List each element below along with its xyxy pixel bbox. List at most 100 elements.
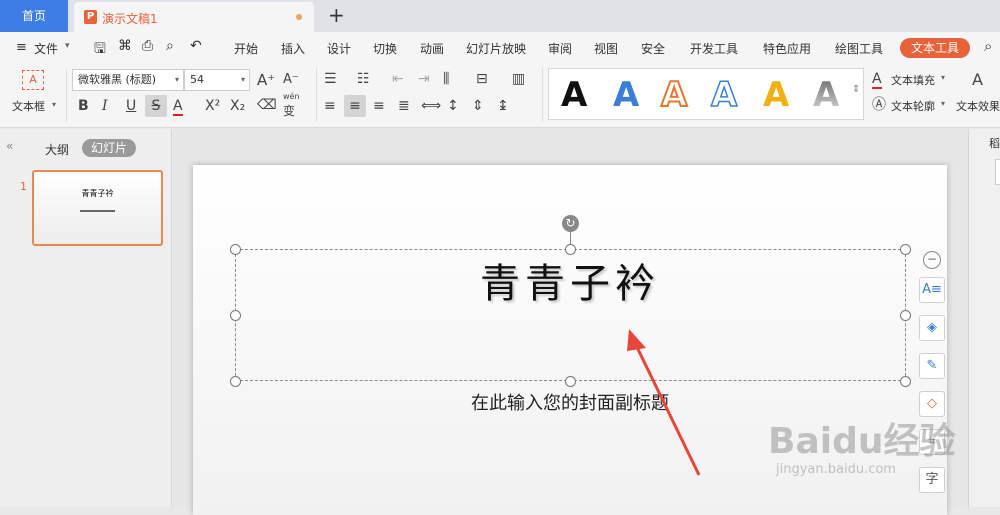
superscript-icon[interactable]: X²	[205, 98, 220, 114]
decrease-indent-icon[interactable]: ⇤	[392, 71, 404, 87]
tab-slides[interactable]: 幻灯片	[82, 139, 136, 157]
hamburger-icon[interactable]: ≡	[16, 40, 27, 55]
task-pane-input[interactable]	[995, 159, 1000, 185]
chevron-down-icon[interactable]: ▾	[941, 99, 945, 108]
resize-handle[interactable]	[565, 376, 576, 387]
text-outline-icon[interactable]: Ⓐ	[872, 97, 886, 113]
collapse-toolbar-icon[interactable]: −	[923, 251, 941, 269]
bold-icon[interactable]: B	[78, 98, 89, 114]
bullet-list-icon[interactable]: ☰	[324, 71, 337, 87]
menu-security[interactable]: 安全	[641, 40, 665, 57]
slide-thumbnail[interactable]: 青青子衿	[32, 170, 163, 246]
chevron-down-icon[interactable]: ▾	[65, 41, 70, 51]
task-pane-label[interactable]: 稻	[989, 135, 1000, 151]
text-direction-icon[interactable]: ⫼	[443, 71, 449, 87]
print-icon[interactable]: ⎙	[142, 38, 153, 54]
presentation-icon: P	[84, 10, 97, 24]
tab-document[interactable]: P 演示文稿1	[74, 2, 314, 32]
brush-icon[interactable]: ✎	[919, 353, 945, 379]
watermark-url: jingyan.baidu.com	[776, 462, 896, 477]
menu-animation[interactable]: 动画	[420, 40, 444, 57]
subscript-icon[interactable]: X₂	[230, 98, 245, 114]
phonetic-char[interactable]: 变	[283, 102, 295, 119]
tab-text-tools[interactable]: 文本工具	[900, 38, 970, 58]
align-right-icon[interactable]: ≡	[373, 98, 385, 114]
format-painter-icon[interactable]: ⌘	[118, 38, 132, 54]
menu-view[interactable]: 视图	[594, 40, 618, 57]
textbox-label[interactable]: 文本框	[12, 98, 45, 114]
tab-outline[interactable]: 大纲	[45, 141, 69, 158]
undo-icon[interactable]: ↶	[190, 38, 202, 54]
numbered-list-icon[interactable]: ☷	[357, 71, 370, 87]
clear-format-icon[interactable]: ⌫	[257, 97, 277, 113]
style-orange-outline[interactable]: A	[660, 74, 688, 116]
slide-navigator: « 大纲 幻灯片 1 青青子衿	[0, 129, 172, 507]
text-effect-label[interactable]: 文本效果	[956, 98, 1000, 114]
spacing-options-icon[interactable]: ↨	[497, 98, 509, 114]
rotate-handle-icon[interactable]: ↻	[562, 215, 579, 232]
menu-features[interactable]: 特色应用	[763, 40, 811, 57]
resize-handle[interactable]	[230, 376, 241, 387]
menu-transition[interactable]: 切换	[373, 40, 397, 57]
text-effect-icon[interactable]: A	[972, 72, 983, 88]
save-icon[interactable]: 🖫	[94, 38, 106, 62]
menu-developer[interactable]: 开发工具	[690, 40, 738, 57]
strikethrough-icon[interactable]: S	[145, 95, 167, 117]
text-format-icon[interactable]: A≡	[919, 277, 945, 303]
menu-insert[interactable]: 插入	[281, 40, 305, 57]
phonetic-label[interactable]: wén	[283, 92, 300, 101]
font-color-icon[interactable]: A	[173, 98, 183, 116]
divider	[66, 68, 67, 122]
style-blue[interactable]: A	[613, 75, 639, 115]
text-fill-icon[interactable]: A	[872, 71, 882, 89]
style-gold[interactable]: A	[763, 75, 789, 115]
textbox-icon[interactable]: A	[22, 70, 44, 90]
resize-handle[interactable]	[230, 310, 241, 321]
font-name-select[interactable]: 微软雅黑 (标题) ▾	[72, 69, 184, 91]
text-outline-label[interactable]: 文本轮廓	[891, 98, 935, 114]
underline-icon[interactable]: U	[126, 98, 136, 114]
text-fill-label[interactable]: 文本填充	[891, 72, 935, 88]
annotation-arrow	[627, 329, 701, 476]
resize-handle[interactable]	[900, 376, 911, 387]
style-black[interactable]: A	[561, 75, 587, 115]
unsaved-indicator	[296, 14, 302, 20]
italic-icon[interactable]: I	[102, 98, 108, 114]
chevron-down-icon[interactable]: ▾	[941, 73, 945, 82]
annotation-arrow-shaft	[633, 342, 701, 476]
collapse-icon[interactable]: «	[6, 139, 13, 153]
increase-font-icon[interactable]: A⁺	[257, 72, 275, 88]
justify-icon[interactable]: ≣	[398, 98, 410, 114]
distribute-icon[interactable]: ⟺	[421, 98, 441, 114]
style-gray-gradient[interactable]: A	[813, 75, 839, 115]
menu-bar: ≡ 文件 ▾ 🖫 ⌘ ⎙ ⌕ ↶ 开始 插入 设计 切换 动画 幻灯片放映 审阅…	[0, 32, 1000, 62]
resize-handle[interactable]	[900, 310, 911, 321]
menu-file[interactable]: 文件	[34, 40, 58, 57]
line-spacing-icon[interactable]: ↕	[447, 98, 459, 114]
font-size-select[interactable]: 54 ▾	[184, 69, 250, 91]
baidu-watermark: Baidu经验 jingyan.baidu.com	[760, 398, 980, 488]
menu-drawing-tools[interactable]: 绘图工具	[835, 40, 883, 57]
style-blue-outline[interactable]: A	[710, 74, 738, 116]
gallery-more-icon[interactable]: ⇕	[852, 84, 860, 95]
tab-home[interactable]: 首页	[0, 0, 68, 32]
align-left-icon[interactable]: ≡	[324, 98, 336, 114]
columns-icon[interactable]: ▥	[512, 71, 525, 87]
layers-icon[interactable]: ◈	[919, 315, 945, 341]
slide-title[interactable]: 青青子衿	[193, 251, 947, 309]
paragraph-spacing-icon[interactable]: ⇕	[472, 98, 484, 114]
menu-slideshow[interactable]: 幻灯片放映	[466, 40, 526, 57]
decrease-font-icon[interactable]: A⁻	[283, 72, 299, 88]
menu-design[interactable]: 设计	[327, 40, 351, 57]
align-center-icon[interactable]: ≡	[344, 95, 366, 117]
thumbnail-title: 青青子衿	[81, 189, 114, 198]
increase-indent-icon[interactable]: ⇥	[418, 71, 430, 87]
menu-review[interactable]: 审阅	[548, 40, 572, 57]
menu-start[interactable]: 开始	[234, 40, 258, 57]
text-styles-gallery[interactable]: A A A A A A	[548, 68, 864, 120]
new-tab-button[interactable]: +	[328, 4, 345, 26]
print-preview-icon[interactable]: ⌕	[166, 38, 174, 54]
chevron-down-icon[interactable]: ▾	[52, 100, 56, 109]
search-icon[interactable]: ⌕	[984, 37, 992, 55]
align-text-icon[interactable]: ⊟	[476, 71, 488, 87]
